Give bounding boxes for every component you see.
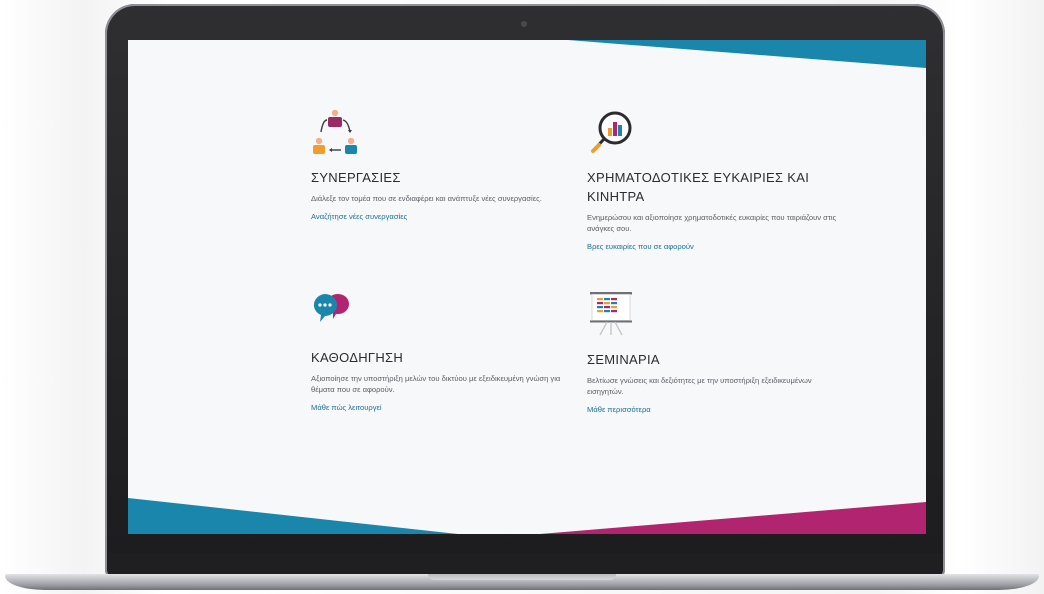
speech-bubbles-icon xyxy=(313,293,349,322)
card-seminars: ΣΕΜΙΝΑΡΙΑ Βελτίωσε γνώσεις και δεξιότητε… xyxy=(587,290,847,417)
learn-more-link[interactable]: Μάθε περισσότερα xyxy=(587,405,651,414)
card-description: Βελτίωσε γνώσεις και δεξιότητες με την υ… xyxy=(587,376,812,396)
card-title: ΚΑΘΟΔΗΓΗΣΗ xyxy=(311,350,404,365)
laptop-chin xyxy=(108,553,942,575)
magnifier-chart-icon xyxy=(590,111,632,154)
top-right-stripe xyxy=(568,40,926,68)
card-description: Διάλεξε τον τομέα που σε ενδιαφέρει και … xyxy=(311,194,542,203)
presentation-board-icon xyxy=(590,292,632,336)
webcam xyxy=(521,21,527,27)
card-description: Αξιοποίησε την υποστήριξη μελών του δικτ… xyxy=(311,374,561,394)
card-title: ΣΥΝΕΡΓΑΣΙΕΣ xyxy=(311,170,401,185)
collaboration-icon xyxy=(313,109,357,154)
laptop-screen: ΣΥΝΕΡΓΑΣΙΕΣ Διάλεξε τον τομέα που σε ενδ… xyxy=(128,40,926,534)
find-opportunities-link[interactable]: Βρες ευκαιρίες που σε αφορούν xyxy=(587,242,694,251)
how-it-works-link[interactable]: Μάθε πώς λειτουργεί xyxy=(311,403,382,412)
card-title: ΧΡΗΜΑΤΟΔΟΤΙΚΕΣ ΕΥΚΑΙΡΙΕΣ ΚΑΙ ΚΙΝΗΤΡΑ xyxy=(587,170,810,204)
laptop-notch xyxy=(428,574,616,580)
search-collaborations-link[interactable]: Αναζήτησε νέες συνεργασίες xyxy=(311,212,407,221)
card-mentoring: ΚΑΘΟΔΗΓΗΣΗ Αξιοποίησε την υποστήριξη μελ… xyxy=(311,288,571,415)
laptop-mockup: ΣΥΝΕΡΓΑΣΙΕΣ Διάλεξε τον τομέα που σε ενδ… xyxy=(0,0,1044,594)
card-funding: ΧΡΗΜΑΤΟΔΟΤΙΚΕΣ ΕΥΚΑΙΡΙΕΣ ΚΑΙ ΚΙΝΗΤΡΑ Ενη… xyxy=(587,108,847,254)
card-description: Ενημερώσου και αξιοποίησε χρηματοδοτικές… xyxy=(587,213,837,233)
card-title: ΣΕΜΙΝΑΡΙΑ xyxy=(587,352,660,367)
bottom-left-stripe xyxy=(128,498,458,534)
bottom-right-stripe xyxy=(540,502,926,534)
card-collaborations: ΣΥΝΕΡΓΑΣΙΕΣ Διάλεξε τον τομέα που σε ενδ… xyxy=(311,108,571,224)
